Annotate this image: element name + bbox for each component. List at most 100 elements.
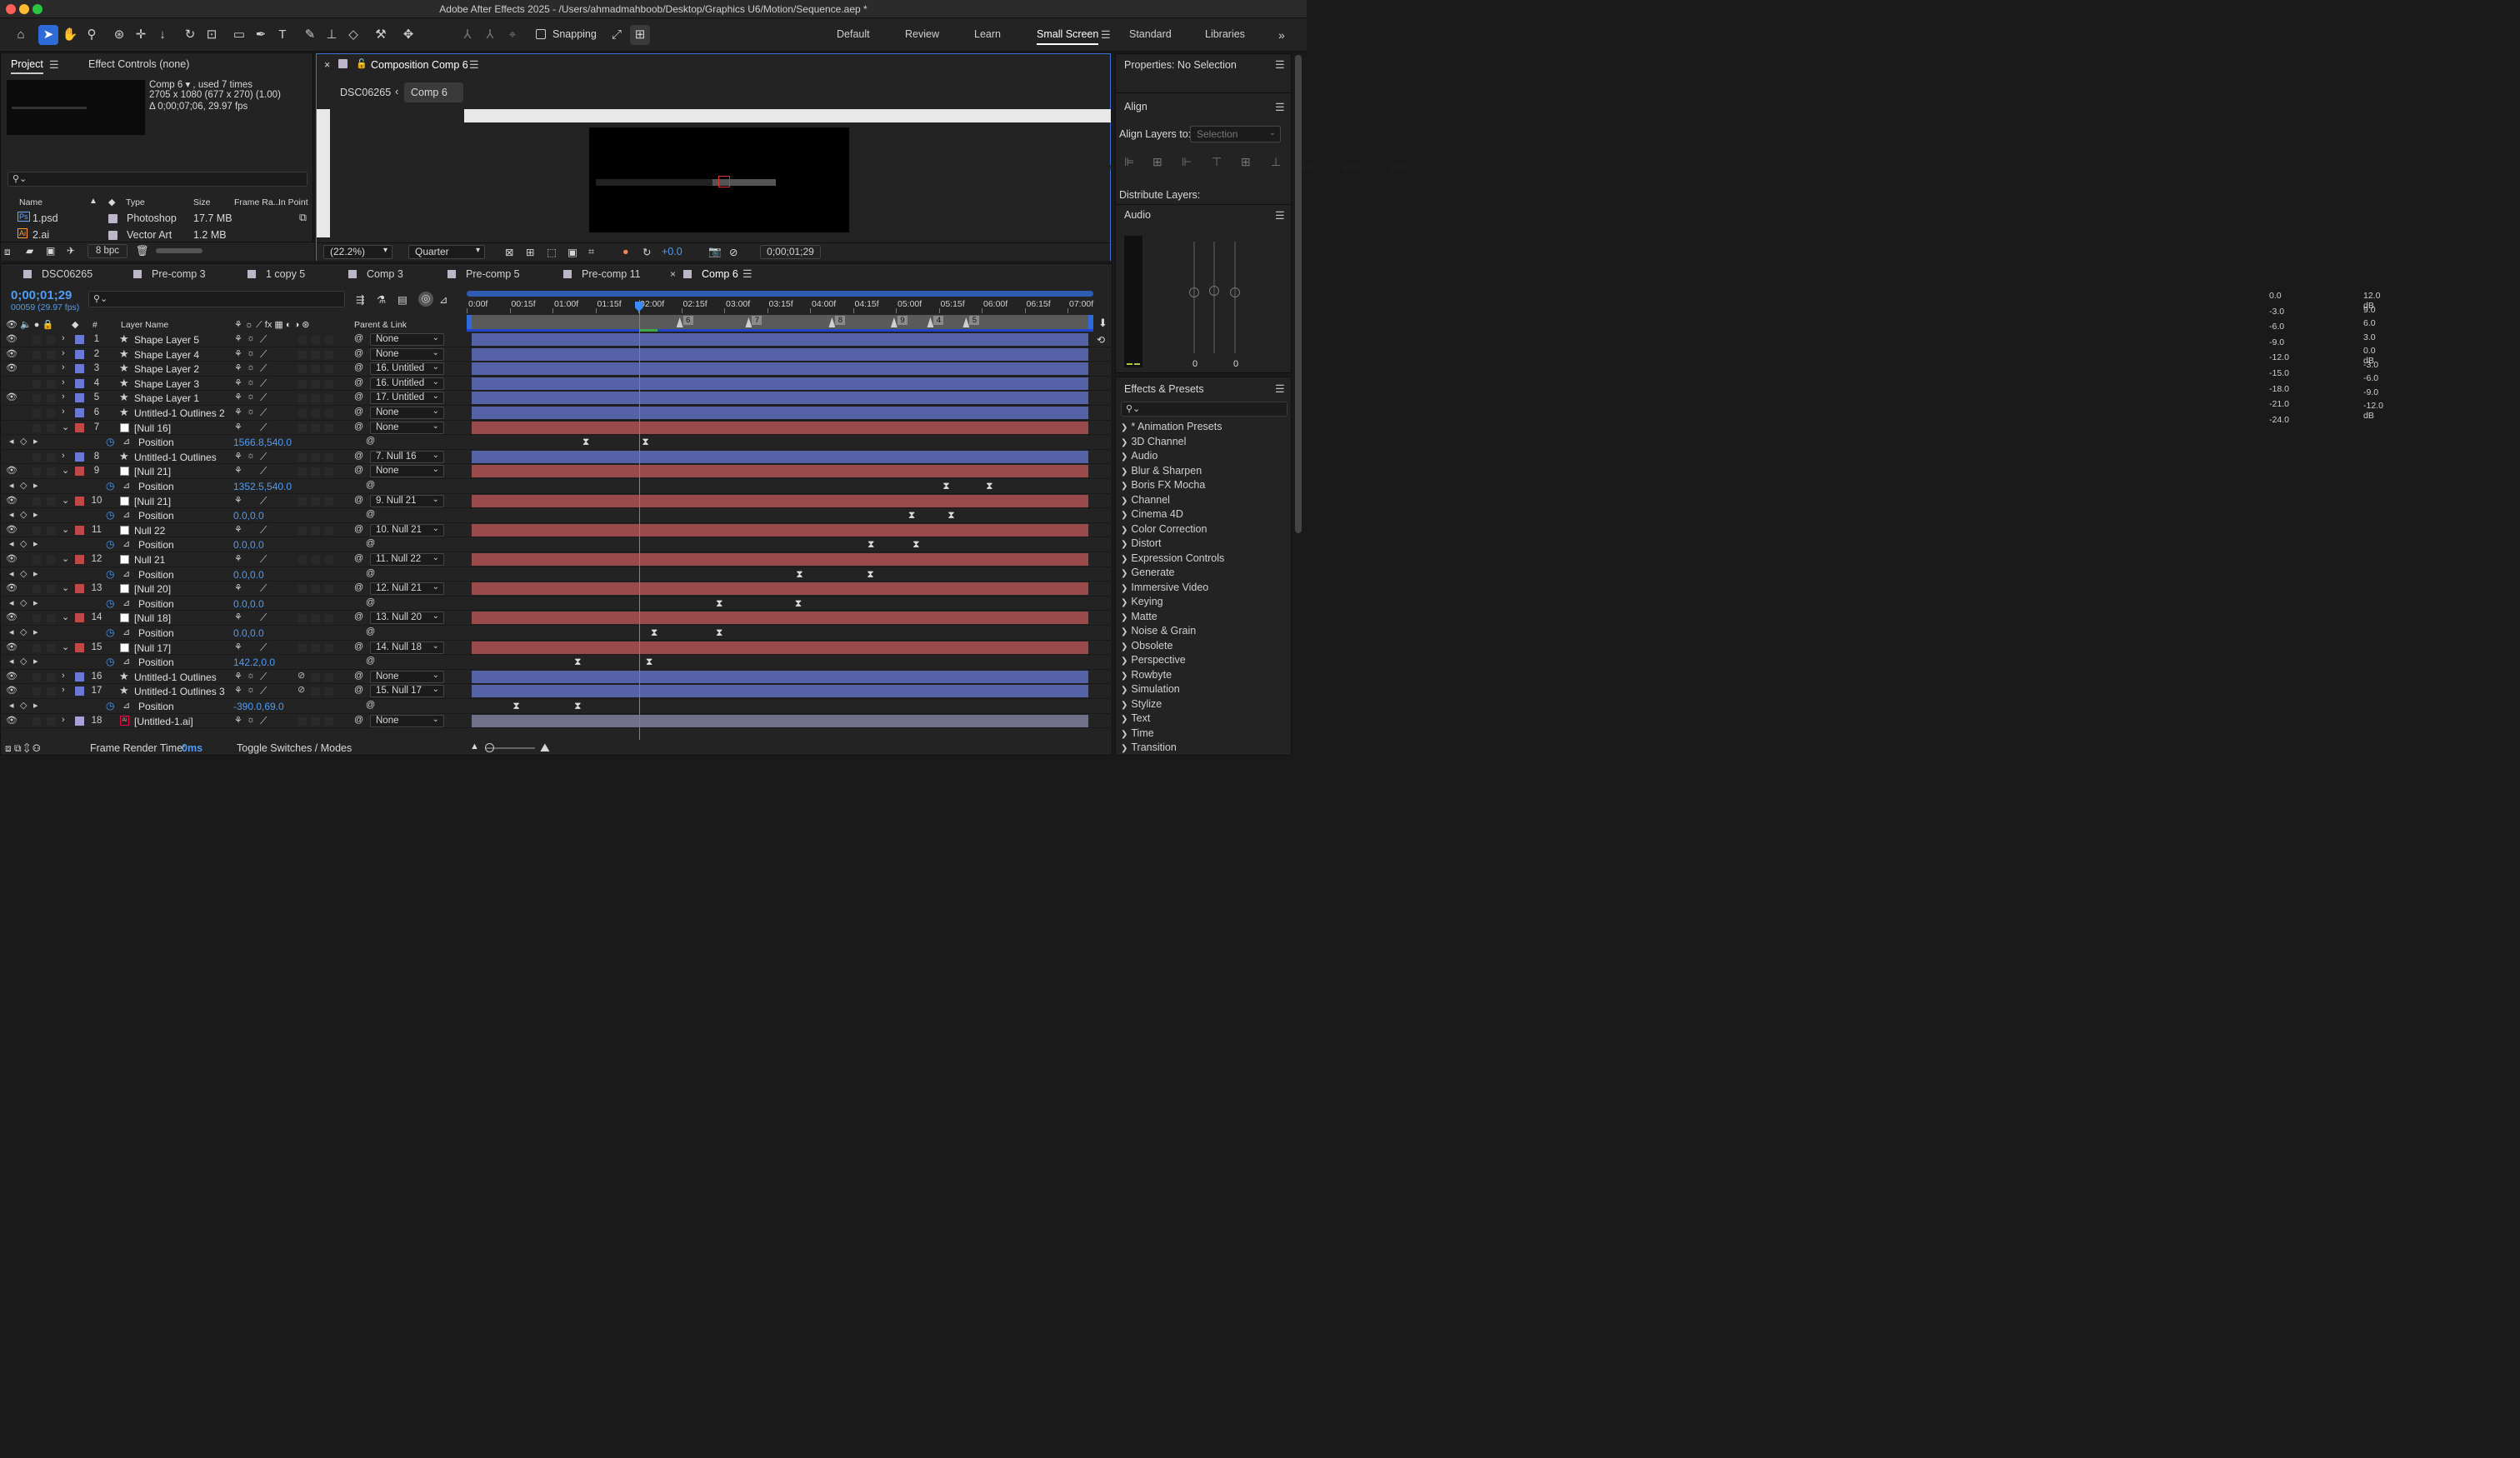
layer-switch[interactable] [312, 643, 320, 652]
layer-label-swatch[interactable] [75, 496, 84, 506]
pen-tool-icon[interactable]: ✒ [251, 25, 271, 45]
layer-switch[interactable] [298, 365, 307, 374]
layer-switch[interactable] [325, 350, 333, 359]
add-keyframe-icon[interactable]: ◇ [20, 436, 27, 447]
quality-switch-icon[interactable]: ⟋ [260, 392, 267, 404]
effects-category[interactable]: ❯ 3D Channel [1121, 436, 1186, 447]
effects-category[interactable]: ❯ Expression Controls [1121, 552, 1224, 564]
layer-label-swatch[interactable] [75, 467, 84, 477]
layer-label-swatch[interactable] [75, 364, 84, 374]
layer-name[interactable]: Untitled-1 Outlines 2 [134, 407, 225, 419]
expression-pick-whip-icon[interactable]: @ [366, 436, 375, 446]
layer-switch[interactable] [325, 687, 333, 697]
shy-switch-icon[interactable]: ⚘ [234, 553, 242, 564]
tab-effect-controls[interactable]: Effect Controls (none) [88, 58, 189, 70]
pick-whip-icon[interactable]: @ [354, 715, 363, 725]
layer-switch[interactable] [298, 643, 307, 652]
solo-switch[interactable] [32, 497, 41, 506]
layer-row[interactable]: ⌄ 7 [Null 16] ⚘ ⟋ @ None ⌄ [0, 421, 1112, 436]
chevron-down-icon[interactable]: ⌄ [62, 553, 69, 564]
comp-marker-label[interactable]: 5 [969, 316, 980, 325]
shy-switch-icon[interactable]: ⚘ [234, 377, 242, 388]
layer-row[interactable]: 👁 ⌄ 9 [Null 21] ⚘ ⟋ @ None ⌄ [0, 464, 1112, 479]
parent-dropdown[interactable]: 16. Untitled ⌄ [370, 377, 444, 390]
layer-label-swatch[interactable] [75, 378, 84, 388]
magnification-dropdown[interactable]: (22.2%) ▾ [323, 245, 392, 259]
close-tab-icon[interactable]: × [324, 59, 330, 71]
chevron-right-icon[interactable]: › [62, 407, 65, 417]
shy-switch-icon[interactable]: ⚘ [234, 582, 242, 593]
chevron-down-icon[interactable]: ⌄ [62, 612, 69, 622]
parent-dropdown[interactable]: 11. Null 22 ⌄ [370, 553, 444, 566]
stopwatch-icon[interactable]: ◷ [106, 656, 114, 667]
color-channel-icon[interactable]: ● [622, 246, 629, 257]
shy-switch-icon[interactable]: ⚘ [234, 465, 242, 476]
layer-duration-bar[interactable] [472, 392, 1088, 405]
property-row[interactable]: ◂ ◇ ▸ ◷ ⊿ Position 0.0,0.0 @ ⧗ ⧗ [0, 537, 1112, 552]
graph-icon[interactable]: ⊿ [122, 700, 130, 711]
quality-switch-icon[interactable]: ⟋ [260, 582, 267, 595]
prev-keyframe-icon[interactable]: ◂ [9, 538, 14, 549]
layer-name[interactable]: [Untitled-1.ai] [134, 716, 193, 727]
quality-switch-icon[interactable]: ⟋ [260, 362, 267, 375]
layer-label-swatch[interactable] [75, 335, 84, 344]
layer-duration-bar[interactable] [472, 612, 1088, 625]
shy-switch-icon[interactable]: ⚘ [234, 495, 242, 506]
quality-switch-icon[interactable]: ⟋ [260, 553, 267, 566]
graph-icon[interactable]: ⊿ [122, 656, 130, 667]
eye-icon[interactable]: 👁 [6, 495, 18, 506]
transparency-grid-icon[interactable]: ⊞ [526, 246, 534, 258]
solo-switch[interactable] [32, 556, 41, 564]
layer-switch[interactable] [325, 394, 333, 403]
layer-switch[interactable] [312, 717, 320, 726]
layer-duration-bar[interactable] [472, 407, 1088, 419]
pick-whip-icon[interactable]: @ [354, 333, 363, 343]
layer-name[interactable]: [Null 18] [134, 612, 171, 624]
add-keyframe-icon[interactable]: ◇ [20, 538, 27, 549]
layer-duration-bar[interactable] [472, 362, 1088, 376]
stopwatch-icon[interactable]: ◷ [106, 700, 114, 712]
workspace-small-screen[interactable]: Small Screen [1037, 28, 1099, 45]
effects-category[interactable]: ❯ Blur & Sharpen [1121, 465, 1202, 477]
parent-dropdown[interactable]: 12. Null 21 ⌄ [370, 582, 444, 596]
toggle-switches-modes[interactable]: Toggle Switches / Modes [237, 742, 352, 754]
keyframe-icon[interactable]: ⧗ [512, 700, 519, 712]
layer-switch[interactable] [298, 350, 307, 359]
layer-switch[interactable] [325, 497, 333, 506]
quality-switch-icon[interactable]: ⟋ [260, 612, 267, 624]
chevron-down-icon[interactable]: ⌄ [62, 422, 69, 432]
pick-whip-icon[interactable]: @ [354, 582, 363, 592]
add-keyframe-icon[interactable]: ◇ [20, 627, 27, 637]
solo-switch[interactable] [32, 717, 41, 726]
solo-switch[interactable] [32, 365, 41, 374]
comp-marker-label[interactable]: 4 [933, 316, 944, 325]
property-value[interactable]: 1566.8,540.0 [233, 437, 292, 448]
property-row[interactable]: ◂ ◇ ▸ ◷ ⊿ Position 0.0,0.0 @ ⧗ ⧗ [0, 626, 1112, 641]
pick-whip-icon[interactable]: @ [354, 362, 363, 372]
layer-name[interactable]: Untitled-1 Outlines 3 [134, 686, 225, 697]
layer-switch[interactable] [298, 614, 307, 623]
layer-switch[interactable] [312, 365, 320, 374]
align-menu-icon[interactable]: ☰ [1275, 101, 1285, 114]
layer-switch[interactable] [312, 394, 320, 403]
layer-label-swatch[interactable] [75, 408, 84, 417]
layer-row[interactable]: 👁 ⌄ 12 Null 21 ⚘ ⟋ @11. Null 22 ⌄ [0, 552, 1112, 567]
parent-dropdown[interactable]: 17. Untitled ⌄ [370, 392, 444, 405]
type-tool-icon[interactable]: T [272, 25, 292, 45]
shy-switch-icon[interactable]: ⚘ [234, 642, 242, 652]
playhead[interactable] [638, 300, 640, 740]
shy-layers-icon[interactable]: ⚗ [377, 293, 386, 306]
quality-switch-icon[interactable]: ⟋ [260, 642, 267, 654]
effects-category[interactable]: ❯ Keying [1121, 596, 1163, 607]
work-area-start[interactable] [467, 315, 472, 329]
layer-switch[interactable] [312, 423, 320, 432]
workspace-standard[interactable]: Standard [1129, 28, 1172, 40]
thumbnail-size-slider[interactable] [156, 248, 202, 253]
col-type[interactable]: Type [126, 197, 145, 207]
snap-edges-icon[interactable]: ⤢ [607, 25, 627, 45]
quality-switch-icon[interactable]: ⟋ [260, 465, 267, 477]
chevron-down-icon[interactable]: ⌄ [62, 642, 69, 652]
home-icon[interactable]: ⌂ [11, 25, 31, 45]
lock-switch[interactable] [47, 556, 55, 564]
bpc-button[interactable]: 8 bpc [88, 244, 128, 258]
